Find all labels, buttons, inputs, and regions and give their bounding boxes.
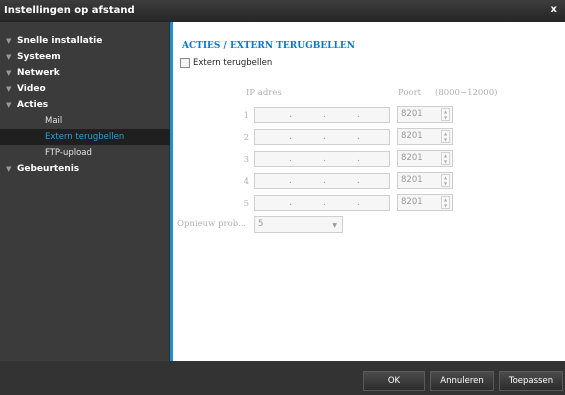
port-input-4[interactable]: 8201 ▲ ▼ (397, 172, 453, 189)
port-spinner[interactable]: ▲ ▼ (441, 108, 450, 121)
spin-down-icon[interactable]: ▼ (442, 159, 449, 165)
triangle-down-icon: ▼ (6, 165, 12, 173)
port-input-1[interactable]: 8201 ▲ ▼ (397, 106, 453, 123)
port-range-hint: (8000~12000) (435, 88, 498, 98)
spin-down-icon[interactable]: ▼ (442, 181, 449, 187)
window-title: Instellingen op afstand (4, 5, 135, 16)
sidebar-subitem-mail[interactable]: Mail (0, 113, 170, 129)
port-spinner[interactable]: ▲ ▼ (441, 152, 450, 165)
port-spinner[interactable]: ▲ ▼ (441, 174, 450, 187)
triangle-down-icon: ▼ (6, 53, 12, 61)
sidebar-item-acties[interactable]: ▼ Acties (0, 97, 170, 113)
apply-button[interactable]: Toepassen (499, 371, 563, 391)
triangle-down-icon: ▼ (6, 101, 12, 109)
retry-count-select[interactable]: 5 ▼ (254, 216, 343, 233)
triangle-down-icon: ▼ (6, 69, 12, 77)
row-number: 1 (243, 111, 249, 121)
port-input-3[interactable]: 8201 ▲ ▼ (397, 150, 453, 167)
close-icon[interactable]: x (551, 4, 557, 15)
row-number: 2 (243, 133, 249, 143)
sidebar-subitem-ftp-upload[interactable]: FTP-upload (0, 145, 170, 161)
port-spinner[interactable]: ▲ ▼ (441, 130, 450, 143)
row-number: 3 (243, 155, 249, 165)
port-header: Poort (398, 88, 422, 98)
spin-down-icon[interactable]: ▼ (442, 115, 449, 121)
sidebar-item-gebeurtenis[interactable]: ▼ Gebeurtenis (0, 161, 170, 177)
sidebar-item-snelle-installatie[interactable]: ▼ Snelle installatie (0, 33, 170, 49)
ip-address-input-4[interactable]: ... (254, 173, 390, 189)
triangle-down-icon: ▼ (6, 85, 12, 93)
ip-address-input-2[interactable]: ... (254, 129, 390, 145)
spin-down-icon[interactable]: ▼ (442, 137, 449, 143)
port-spinner[interactable]: ▲ ▼ (441, 196, 450, 209)
retry-label: Opnieuw prob... (177, 219, 247, 229)
dialog-footer: OK Annuleren Toepassen (0, 361, 565, 395)
cancel-button[interactable]: Annuleren (430, 371, 494, 391)
extern-terugbellen-checkbox-row: Extern terugbellen (180, 57, 272, 69)
sidebar: ▼ Snelle installatie ▼ Systeem ▼ Netwerk ▼ V… (0, 22, 170, 361)
ip-address-input-1[interactable]: ... (254, 107, 390, 123)
port-input-5[interactable]: 8201 ▲ ▼ (397, 194, 453, 211)
row-number: 5 (243, 199, 249, 209)
ip-address-input-5[interactable]: ... (254, 195, 390, 211)
port-input-2[interactable]: 8201 ▲ ▼ (397, 128, 453, 145)
sidebar-item-systeem[interactable]: ▼ Systeem (0, 49, 170, 65)
chevron-down-icon: ▼ (332, 222, 337, 229)
window-title-bar: Instellingen op afstand x (0, 0, 565, 22)
ip-address-input-3[interactable]: ... (254, 151, 390, 167)
spin-down-icon[interactable]: ▼ (442, 203, 449, 209)
triangle-down-icon: ▼ (6, 37, 12, 45)
checkbox-label: Extern terugbellen (193, 58, 273, 68)
row-number: 4 (243, 177, 249, 187)
page-title: ACTIES / EXTERN TERUGBELLEN (182, 41, 355, 51)
sidebar-item-netwerk[interactable]: ▼ Netwerk (0, 65, 170, 81)
sidebar-subitem-extern-terugbellen[interactable]: Extern terugbellen (0, 129, 170, 145)
main-panel: ACTIES / EXTERN TERUGBELLEN Extern terug… (173, 22, 565, 361)
extern-terugbellen-checkbox[interactable] (180, 58, 190, 68)
ok-button[interactable]: OK (363, 371, 425, 391)
ip-address-header: IP adres (246, 88, 282, 98)
sidebar-item-video[interactable]: ▼ Video (0, 81, 170, 97)
